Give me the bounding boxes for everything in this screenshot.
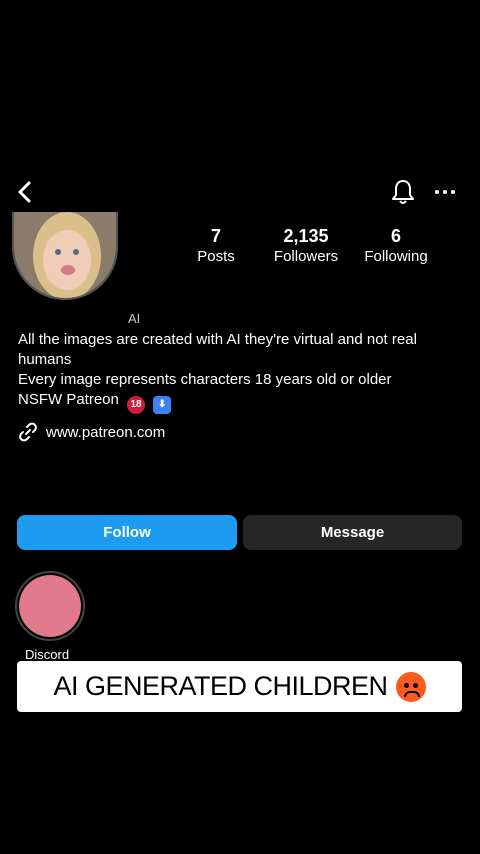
- bio-line: All the images are created with AI they'…: [18, 331, 417, 368]
- bio-line: NSFW Patreon 18 ⬇: [18, 390, 468, 414]
- down-arrow-icon: ⬇: [153, 396, 172, 414]
- following-value: 6: [390, 226, 401, 246]
- profile-link[interactable]: www.patreon.com: [18, 422, 165, 442]
- more-icon: [435, 190, 455, 194]
- posts-count[interactable]: 7 Posts: [186, 226, 246, 265]
- profile-name: AI: [128, 311, 141, 326]
- posts-value: 7: [210, 226, 221, 246]
- notifications-button[interactable]: [390, 178, 416, 206]
- link-text[interactable]: www.patreon.com: [46, 424, 165, 441]
- bio-line: Every image represents characters 18 yea…: [18, 371, 392, 388]
- following-count[interactable]: 6 Following: [356, 226, 436, 265]
- angry-face-icon: [395, 671, 426, 702]
- link-icon: [19, 422, 37, 442]
- message-button[interactable]: Message: [243, 515, 462, 550]
- caption-text: AI GENERATED CHILDREN: [53, 671, 388, 701]
- followers-value: 2,135: [283, 226, 329, 246]
- highlight-label: Discord: [25, 647, 70, 662]
- story-highlight[interactable]: [15, 571, 85, 641]
- more-options-button[interactable]: [432, 180, 458, 204]
- follow-button[interactable]: Follow: [17, 515, 237, 550]
- highlight-cover: [19, 575, 81, 637]
- bell-icon: [392, 180, 414, 204]
- back-button[interactable]: [12, 178, 40, 206]
- adult-18-icon: 18: [127, 396, 146, 414]
- avatar-photo: [14, 212, 116, 298]
- posts-label: Posts: [197, 248, 235, 265]
- profile-bio: All the images are created with AI they'…: [18, 330, 468, 414]
- bio-line-text: NSFW Patreon: [18, 391, 119, 408]
- followers-count[interactable]: 2,135 Followers: [266, 226, 346, 265]
- profile-avatar[interactable]: [12, 212, 118, 300]
- chevron-left-icon: [18, 181, 31, 203]
- following-label: Following: [364, 248, 428, 265]
- caption-overlay: AI GENERATED CHILDREN: [17, 661, 462, 712]
- followers-label: Followers: [273, 248, 339, 265]
